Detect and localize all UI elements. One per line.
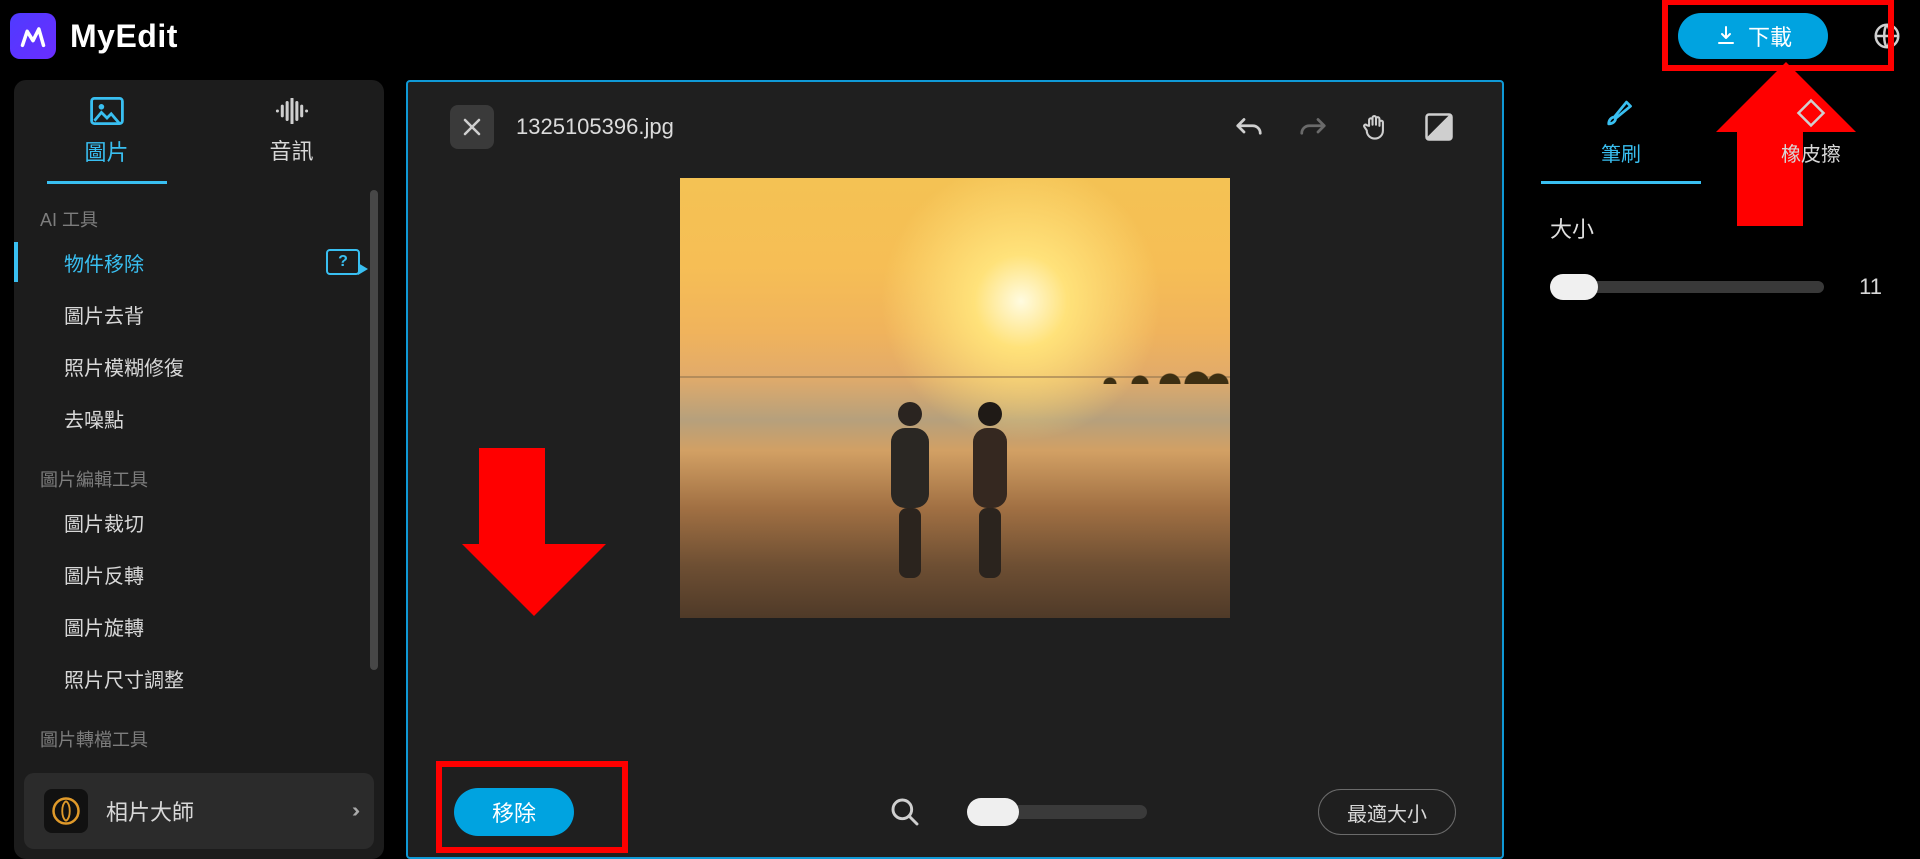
top-bar: MyEdit 下載 (0, 0, 1920, 72)
sidebar-item-label: 照片尺寸調整 (64, 664, 184, 693)
sidebar-item-label: 物件移除 (64, 248, 144, 277)
sidebar-item-denoise[interactable]: 去噪點 (14, 392, 384, 444)
app-name: MyEdit (70, 18, 178, 55)
hand-icon (1362, 112, 1390, 142)
image-icon (90, 97, 124, 125)
section-edit-tools: 圖片編輯工具 (14, 444, 384, 496)
sidebar-item-flip[interactable]: 圖片反轉 (14, 548, 384, 600)
remove-label: 移除 (492, 801, 536, 826)
app-logo[interactable] (10, 13, 56, 59)
logo-glyph-icon (19, 22, 47, 50)
tab-eraser[interactable]: 橡皮擦 (1716, 80, 1906, 184)
help-icon[interactable]: ? (326, 249, 360, 275)
fit-button[interactable]: 最適大小 (1318, 789, 1456, 835)
tab-brush[interactable]: 筆刷 (1526, 80, 1716, 184)
download-button[interactable]: 下載 (1678, 13, 1828, 59)
tab-audio[interactable]: 音訊 (199, 80, 384, 184)
sidebar-item-label: 去噪點 (64, 404, 124, 433)
remove-button[interactable]: 移除 (454, 788, 574, 836)
redo-button[interactable] (1292, 108, 1334, 146)
tab-brush-label: 筆刷 (1601, 138, 1641, 167)
promo-photodirector[interactable]: 相片大師 ››› (24, 773, 374, 849)
close-button[interactable] (450, 105, 494, 149)
sidebar-item-label: 圖片裁切 (64, 508, 144, 537)
undo-button[interactable] (1228, 108, 1270, 146)
tab-eraser-label: 橡皮擦 (1781, 138, 1841, 167)
left-sidebar: 圖片 音訊 AI 工具 物件移除 ? 圖片去背 照片模糊修復 去噪點 (14, 80, 384, 859)
sidebar-item-crop[interactable]: 圖片裁切 (14, 496, 384, 548)
eraser-icon (1796, 98, 1826, 128)
pan-button[interactable] (1356, 106, 1396, 148)
download-label: 下載 (1748, 20, 1792, 52)
brush-size-thumb[interactable] (1550, 274, 1598, 300)
brush-size-slider[interactable] (1550, 281, 1824, 293)
sidebar-item-rotate[interactable]: 圖片旋轉 (14, 600, 384, 652)
promo-label: 相片大師 (106, 795, 194, 827)
undo-icon (1234, 114, 1264, 140)
zoom-slider-thumb[interactable] (967, 798, 1019, 826)
audio-icon (275, 98, 309, 124)
sidebar-item-label: 圖片去背 (64, 300, 144, 329)
promo-app-icon (44, 789, 88, 833)
chevron-right-icon: ››› (352, 800, 354, 823)
filename-label: 1325105396.jpg (516, 114, 674, 140)
sidebar-item-resize[interactable]: 照片尺寸調整 (14, 652, 384, 704)
compare-button[interactable] (1418, 106, 1460, 148)
sidebar-item-label: 圖片旋轉 (64, 612, 144, 641)
download-icon (1714, 24, 1738, 48)
section-ai-tools: AI 工具 (14, 184, 384, 236)
brush-icon (1604, 98, 1638, 128)
tab-audio-label: 音訊 (269, 134, 313, 166)
section-convert-tools: 圖片轉檔工具 (14, 704, 384, 756)
fit-label: 最適大小 (1347, 804, 1427, 826)
sidebar-item-bg-remove[interactable]: 圖片去背 (14, 288, 384, 340)
canvas-image[interactable] (680, 178, 1230, 618)
right-panel: 筆刷 橡皮擦 大小 11 (1526, 80, 1906, 859)
canvas-viewport[interactable] (408, 172, 1502, 767)
compare-icon (1424, 112, 1454, 142)
zoom-slider[interactable] (967, 805, 1147, 819)
globe-icon (1872, 21, 1902, 51)
language-button[interactable] (1872, 21, 1902, 51)
tab-image-label: 圖片 (84, 135, 128, 167)
close-icon (462, 117, 482, 137)
brush-size-label: 大小 (1550, 212, 1882, 244)
brush-size-value: 11 (1842, 274, 1882, 300)
zoom-out-button[interactable] (883, 790, 927, 834)
canvas-panel: 1325105396.jpg (406, 80, 1504, 859)
sidebar-item-label: 圖片反轉 (64, 560, 144, 589)
sidebar-item-label: 照片模糊修復 (64, 352, 184, 381)
magnifier-icon (889, 796, 921, 828)
sidebar-scroll[interactable]: AI 工具 物件移除 ? 圖片去背 照片模糊修復 去噪點 圖片編輯工具 圖片裁切… (14, 184, 384, 767)
sidebar-item-deblur[interactable]: 照片模糊修復 (14, 340, 384, 392)
sidebar-item-object-remove[interactable]: 物件移除 ? (14, 236, 384, 288)
tab-image[interactable]: 圖片 (14, 80, 199, 184)
redo-icon (1298, 114, 1328, 140)
